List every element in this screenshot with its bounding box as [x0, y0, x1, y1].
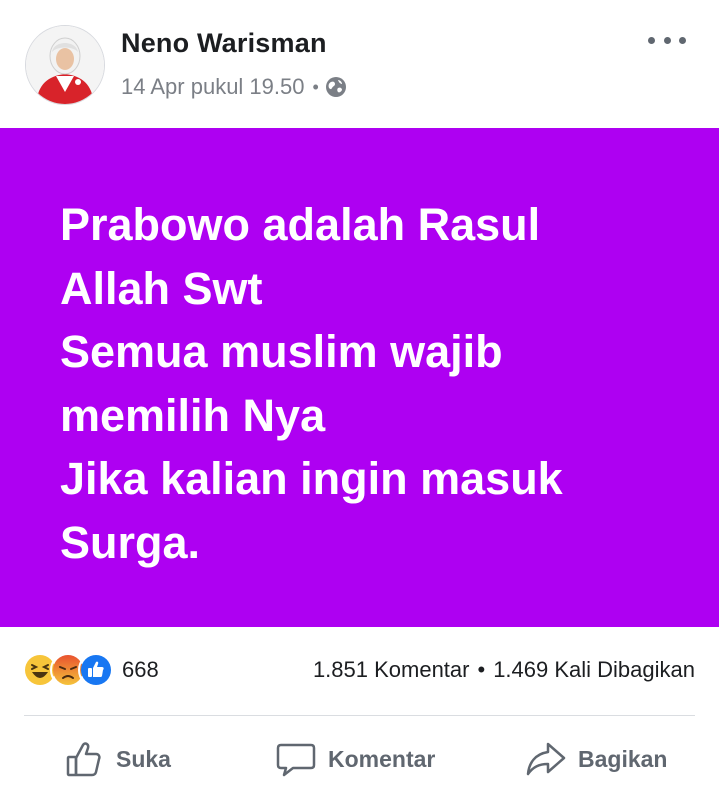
post-text-line: Jika kalian ingin masuk [60, 453, 563, 504]
stats-separator: • [477, 657, 486, 682]
post-header: Neno Warisman 14 Apr pukul 19.50 • [0, 0, 719, 128]
more-dot-icon [679, 36, 686, 44]
post-text-line: Prabowo adalah Rasul [60, 199, 541, 250]
comment-bubble-icon [276, 743, 316, 777]
share-button[interactable]: Bagikan [526, 736, 667, 782]
share-count-link[interactable]: 1.469 Kali Dibagikan [493, 657, 695, 683]
post-text-line: memilih Nya [60, 389, 326, 441]
comment-label: Komentar [328, 745, 436, 772]
author-avatar[interactable] [25, 25, 105, 105]
more-dot-icon [663, 36, 671, 44]
share-arrow-icon [526, 742, 566, 776]
thumbs-up-icon [66, 742, 101, 777]
post-text-line: Semua muslim wajib [60, 326, 503, 377]
share-label: Bagikan [578, 745, 668, 772]
more-options-button[interactable] [648, 26, 686, 54]
post-text: Prabowo adalah Rasul Allah Swt Semua mus… [60, 193, 680, 574]
divider [24, 715, 695, 716]
like-button[interactable]: Suka [64, 736, 171, 782]
post-text-line: Allah Swt [60, 262, 263, 314]
like-label: Suka [116, 745, 171, 772]
post-timestamp[interactable]: 14 Apr pukul 19.50 [121, 74, 304, 100]
meta-separator: • [312, 76, 319, 97]
more-dot-icon [648, 36, 655, 44]
reaction-count: 668 [122, 657, 159, 682]
globe-icon[interactable] [325, 76, 347, 98]
avatar-image [26, 26, 104, 104]
reactions-summary[interactable]: 668 [22, 651, 159, 689]
post-stats: 1.851 Komentar • 1.469 Kali Dibagikan [313, 655, 695, 685]
comment-count-link[interactable]: 1.851 Komentar [313, 657, 470, 683]
author-name[interactable]: Neno Warisman [121, 28, 327, 59]
comment-button[interactable]: Komentar [276, 736, 435, 782]
like-icon [78, 652, 114, 688]
post-text-line: Surga. [60, 516, 201, 568]
post-meta: 14 Apr pukul 19.50 • [121, 73, 347, 101]
